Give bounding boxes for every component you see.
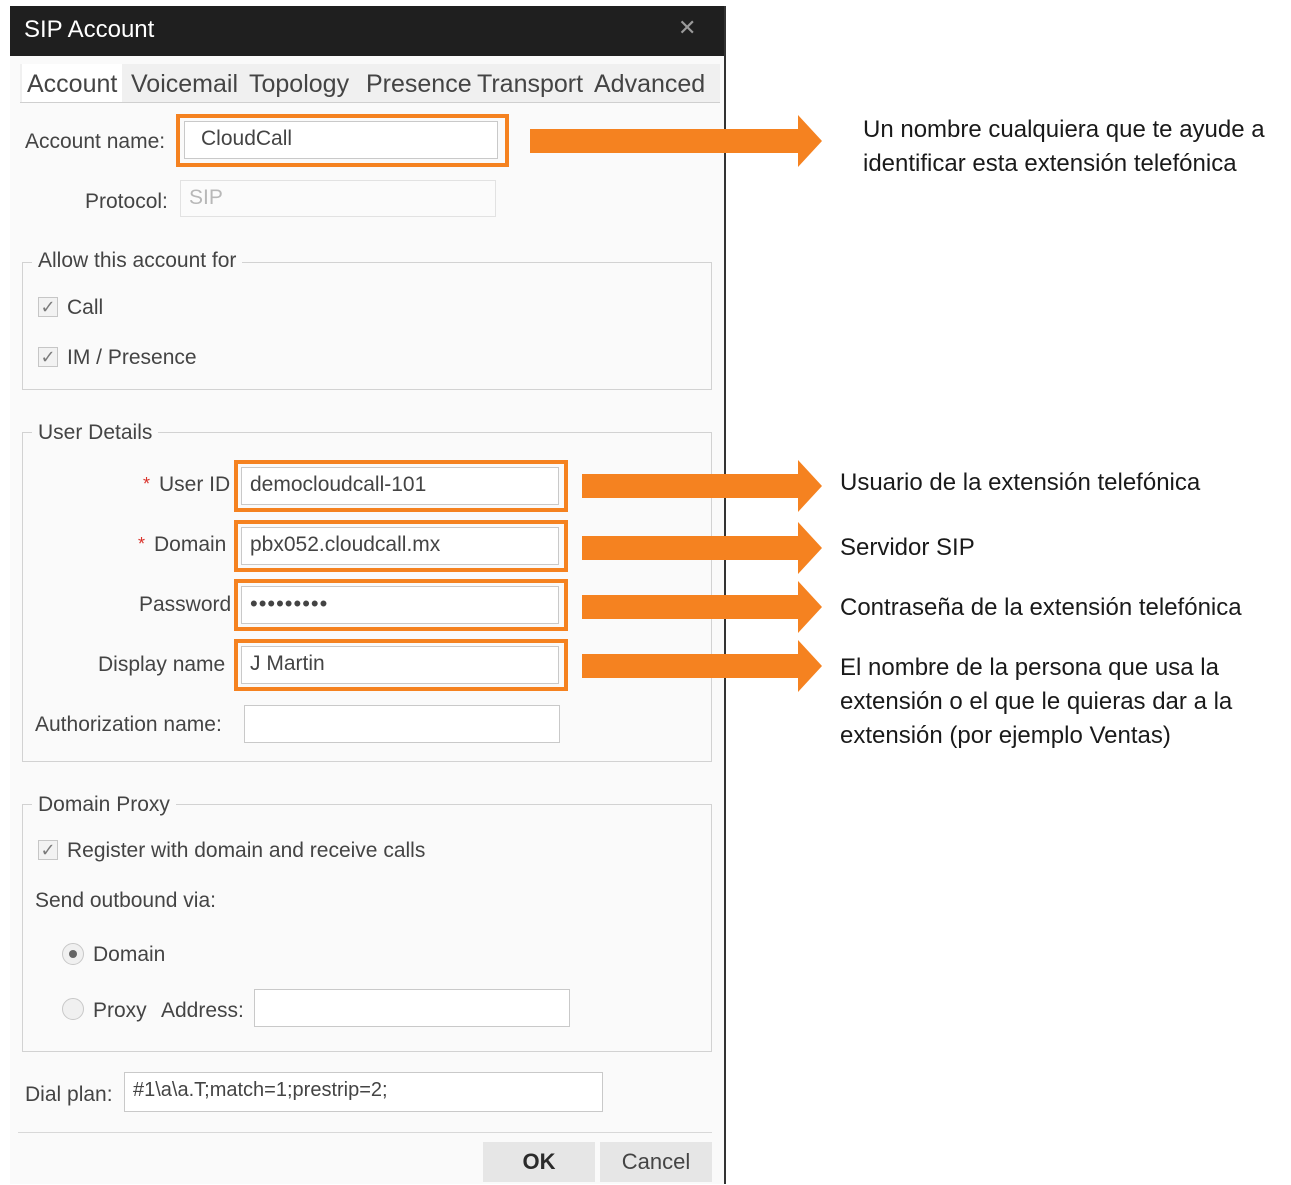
account-name-label: Account name: bbox=[25, 130, 166, 153]
annotation-line: Un nombre cualquiera que te ayude a bbox=[863, 116, 1265, 143]
annotation-line: identificar esta extensión telefónica bbox=[863, 150, 1237, 177]
proxy-radio-label: Proxy bbox=[93, 999, 147, 1022]
domain-radio[interactable] bbox=[62, 943, 84, 965]
tab-presence[interactable]: Presence bbox=[366, 70, 472, 99]
tab-voicemail[interactable]: Voicemail bbox=[131, 70, 238, 99]
arrow-user-id bbox=[582, 474, 804, 498]
annotation-line: Usuario de la extensión telefónica bbox=[840, 469, 1201, 496]
required-mark: * bbox=[143, 474, 151, 494]
arrow-head-user-id bbox=[798, 460, 822, 512]
protocol-label: Protocol: bbox=[85, 190, 168, 213]
register-domain-label: Register with domain and receive calls bbox=[67, 839, 426, 862]
annotation-password: Contraseña de la extensión telefónica bbox=[840, 591, 1242, 625]
tab-account[interactable]: Account bbox=[27, 70, 117, 99]
ok-button[interactable]: OK bbox=[483, 1142, 595, 1182]
account-name-highlight bbox=[176, 114, 509, 167]
im-presence-label: IM / Presence bbox=[67, 346, 197, 369]
annotation-domain: Servidor SIP bbox=[840, 531, 975, 565]
domain-label: Domain bbox=[154, 533, 227, 556]
protocol-input: SIP bbox=[180, 180, 496, 217]
annotation-line: extensión (por ejemplo Ventas) bbox=[840, 722, 1171, 749]
authorization-name-label: Authorization name: bbox=[35, 713, 222, 736]
password-label: Password bbox=[139, 593, 232, 616]
user-id-highlight bbox=[234, 460, 568, 512]
proxy-address-label: Address: bbox=[161, 999, 244, 1022]
tab-transport[interactable]: Transport bbox=[477, 70, 583, 99]
domain-radio-label: Domain bbox=[93, 943, 166, 966]
user-id-label: User ID bbox=[159, 473, 231, 496]
arrow-domain bbox=[582, 536, 804, 560]
tab-topology[interactable]: Topology bbox=[249, 70, 349, 99]
annotation-line: Servidor SIP bbox=[840, 534, 975, 561]
im-presence-checkbox[interactable]: ✓ bbox=[38, 347, 58, 367]
dial-plan-input[interactable]: #1\a\a.T;match=1;prestrip=2; bbox=[124, 1072, 603, 1112]
required-mark: * bbox=[138, 534, 146, 554]
cancel-button[interactable]: Cancel bbox=[600, 1142, 712, 1182]
window-title: SIP Account bbox=[24, 16, 155, 43]
annotation-account-name: Un nombre cualquiera que te ayude a iden… bbox=[863, 113, 1265, 181]
domain-proxy-title: Domain Proxy bbox=[32, 793, 176, 817]
tab-advanced[interactable]: Advanced bbox=[594, 70, 705, 99]
display-name-highlight bbox=[234, 639, 568, 691]
password-highlight bbox=[234, 579, 568, 631]
call-checkbox[interactable]: ✓ bbox=[38, 297, 58, 317]
authorization-name-input[interactable] bbox=[244, 705, 560, 743]
display-name-label: Display name bbox=[98, 653, 226, 676]
annotation-display-name: El nombre de la persona que usa la exten… bbox=[840, 651, 1232, 753]
close-icon[interactable]: ✕ bbox=[678, 17, 696, 39]
call-label: Call bbox=[67, 296, 104, 319]
proxy-radio[interactable] bbox=[62, 998, 84, 1020]
user-details-title: User Details bbox=[32, 421, 159, 445]
arrow-display-name bbox=[582, 654, 804, 678]
annotation-user-id: Usuario de la extensión telefónica bbox=[840, 466, 1200, 500]
footer-divider bbox=[18, 1132, 712, 1133]
dial-plan-label: Dial plan: bbox=[25, 1083, 113, 1106]
arrow-head-account-name bbox=[798, 115, 822, 167]
send-outbound-label: Send outbound via: bbox=[35, 889, 216, 912]
register-domain-checkbox[interactable]: ✓ bbox=[38, 840, 58, 860]
allow-account-group bbox=[22, 262, 712, 390]
annotation-line: extensión o el que le quieras dar a la bbox=[840, 688, 1233, 715]
allow-account-title: Allow this account for bbox=[32, 249, 243, 273]
arrow-head-password bbox=[798, 581, 822, 633]
arrow-password bbox=[582, 595, 804, 619]
annotation-line: Contraseña de la extensión telefónica bbox=[840, 594, 1242, 621]
annotation-line: El nombre de la persona que usa la bbox=[840, 654, 1219, 681]
arrow-account-name bbox=[530, 129, 803, 153]
proxy-address-input[interactable] bbox=[254, 989, 570, 1027]
arrow-head-display-name bbox=[798, 640, 822, 692]
arrow-head-domain bbox=[798, 522, 822, 574]
domain-highlight bbox=[234, 520, 568, 572]
